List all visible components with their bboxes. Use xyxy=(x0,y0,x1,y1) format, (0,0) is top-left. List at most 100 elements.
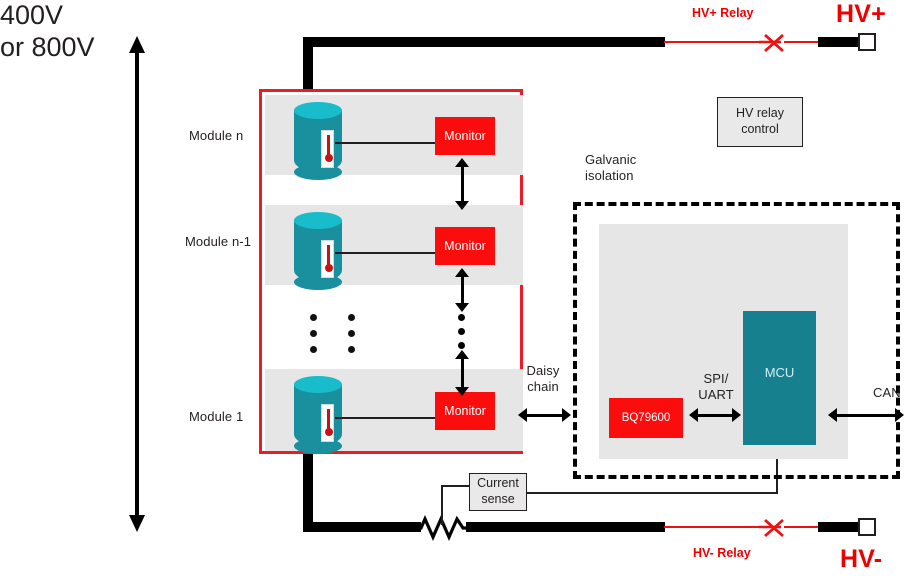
hv-plus-relay-wire-left xyxy=(664,41,766,43)
monitor-link-arrow xyxy=(455,350,469,396)
hv-plus-terminal xyxy=(858,33,876,51)
shunt-resistor-icon xyxy=(416,515,472,541)
daisy-chain-line-2: chain xyxy=(527,379,559,395)
bq79600-block: BQ79600 xyxy=(609,398,683,438)
thermometer-icon xyxy=(321,240,334,278)
thermometer-stem xyxy=(326,409,330,430)
arrow-shaft xyxy=(135,48,139,520)
monitor-block: Monitor xyxy=(435,117,495,155)
arrow-head-down xyxy=(455,387,469,396)
arrow-head-right xyxy=(732,408,741,422)
hv-plus-relay-label: HV+ Relay xyxy=(692,6,754,20)
module-label: Module 1 xyxy=(189,409,244,424)
cell-body xyxy=(294,220,342,282)
hv-plus-label: HV+ xyxy=(836,0,886,28)
module-ellipsis-column xyxy=(310,314,317,362)
ellipsis-dot xyxy=(458,328,465,335)
can-arrow xyxy=(828,408,904,422)
thermometer-bulb xyxy=(324,428,333,436)
arrow-shaft xyxy=(461,356,464,390)
thermometer-bulb xyxy=(324,264,333,272)
battery-cell-icon xyxy=(294,212,342,290)
module-label: Module n-1 xyxy=(185,234,252,249)
cell-body xyxy=(294,384,342,446)
arrow-shaft xyxy=(835,414,897,417)
hv-minus-terminal xyxy=(858,518,876,536)
arrow-head-down xyxy=(129,515,145,532)
arrow-shaft xyxy=(461,274,464,306)
spi-uart-line-2: UART xyxy=(698,387,734,403)
module-label: Module n xyxy=(189,128,244,143)
monitor-block: Monitor xyxy=(435,392,495,430)
ellipsis-dot xyxy=(458,342,465,349)
hv-minus-bus-left xyxy=(303,522,421,532)
hv-minus-bus-vertical xyxy=(303,452,313,532)
can-label: CAN xyxy=(873,385,901,400)
current-sense-tap-left-h xyxy=(441,485,470,487)
battery-cell-icon xyxy=(294,376,342,454)
hv-plus-bus-horizontal xyxy=(303,37,665,47)
ellipsis-dot xyxy=(458,314,465,321)
hv-plus-relay-wire-right xyxy=(784,41,822,43)
current-sense-tap-left xyxy=(441,485,443,525)
daisy-chain-line-1: Daisy xyxy=(526,363,560,378)
hv-minus-label: HV- xyxy=(840,545,883,573)
spi-uart-line-1: SPI/ xyxy=(703,371,729,386)
spi-uart-label: SPI/ UART xyxy=(690,371,742,404)
hv-minus-relay-label: HV- Relay xyxy=(693,546,751,560)
module-ellipsis-column xyxy=(348,314,355,362)
current-sense-block: Current sense xyxy=(469,473,527,511)
hv-minus-relay-switch-icon xyxy=(759,518,784,538)
arrow-shaft xyxy=(696,414,734,417)
cell-top xyxy=(294,212,342,229)
current-sense-out-h xyxy=(527,492,778,494)
ellipsis-dot xyxy=(310,330,317,337)
thermometer-stem xyxy=(326,135,330,156)
ellipsis-dot xyxy=(310,314,317,321)
thermometer-stem xyxy=(326,245,330,266)
hv-relay-control-block: HV relay control xyxy=(717,97,803,147)
voltage-line-2: or 800V xyxy=(0,31,95,62)
cell-top xyxy=(294,376,342,393)
hv-minus-relay-wire-right xyxy=(784,526,822,528)
cell-to-monitor-wire xyxy=(335,417,437,419)
cell-to-monitor-wire xyxy=(335,142,437,144)
arrow-head-down xyxy=(455,303,469,312)
voltage-line-1: 400V xyxy=(0,0,64,30)
thermometer-icon xyxy=(321,130,334,168)
ellipsis-dot xyxy=(348,346,355,353)
battery-cell-icon xyxy=(294,102,342,180)
arrow-head-right xyxy=(895,408,904,422)
cell-to-monitor-wire xyxy=(335,252,437,254)
pack-voltage-arrow xyxy=(129,36,145,532)
daisy-chain-label: Daisy chain xyxy=(516,363,570,396)
hv-plus-relay-switch-icon xyxy=(759,33,784,53)
hv-minus-bus-right xyxy=(466,522,665,532)
thermometer-icon xyxy=(321,404,334,442)
arrow-head-down xyxy=(455,201,469,210)
hv-plus-terminal-lead xyxy=(818,37,862,47)
galvanic-isolation-line-1: Galvanic xyxy=(585,152,637,167)
pack-voltage-label: 400V or 800V xyxy=(0,0,120,64)
hv-minus-terminal-lead xyxy=(818,522,862,532)
thermometer-bulb xyxy=(324,154,333,162)
spi-uart-arrow xyxy=(689,408,741,422)
arrow-shaft xyxy=(461,164,464,204)
arrow-shaft xyxy=(525,414,564,417)
ellipsis-dot xyxy=(348,330,355,337)
monitor-link-arrow xyxy=(455,268,469,312)
monitor-block: Monitor xyxy=(435,227,495,265)
hv-minus-relay-wire-left xyxy=(664,526,766,528)
ellipsis-dot xyxy=(310,346,317,353)
hv-relay-control-line-2: control xyxy=(741,122,779,136)
current-sense-line-2: sense xyxy=(481,492,515,506)
daisy-chain-arrow xyxy=(518,408,571,422)
galvanic-isolation-label: Galvanic isolation xyxy=(585,152,636,185)
mcu-block: MCU xyxy=(743,311,816,445)
module-row: Monitor xyxy=(265,369,523,454)
ellipsis-dot xyxy=(348,314,355,321)
module-row: Monitor xyxy=(265,205,523,290)
cell-top xyxy=(294,102,342,119)
galvanic-isolation-line-2: isolation xyxy=(585,168,634,184)
hv-relay-control-line-1: HV relay xyxy=(736,106,784,121)
